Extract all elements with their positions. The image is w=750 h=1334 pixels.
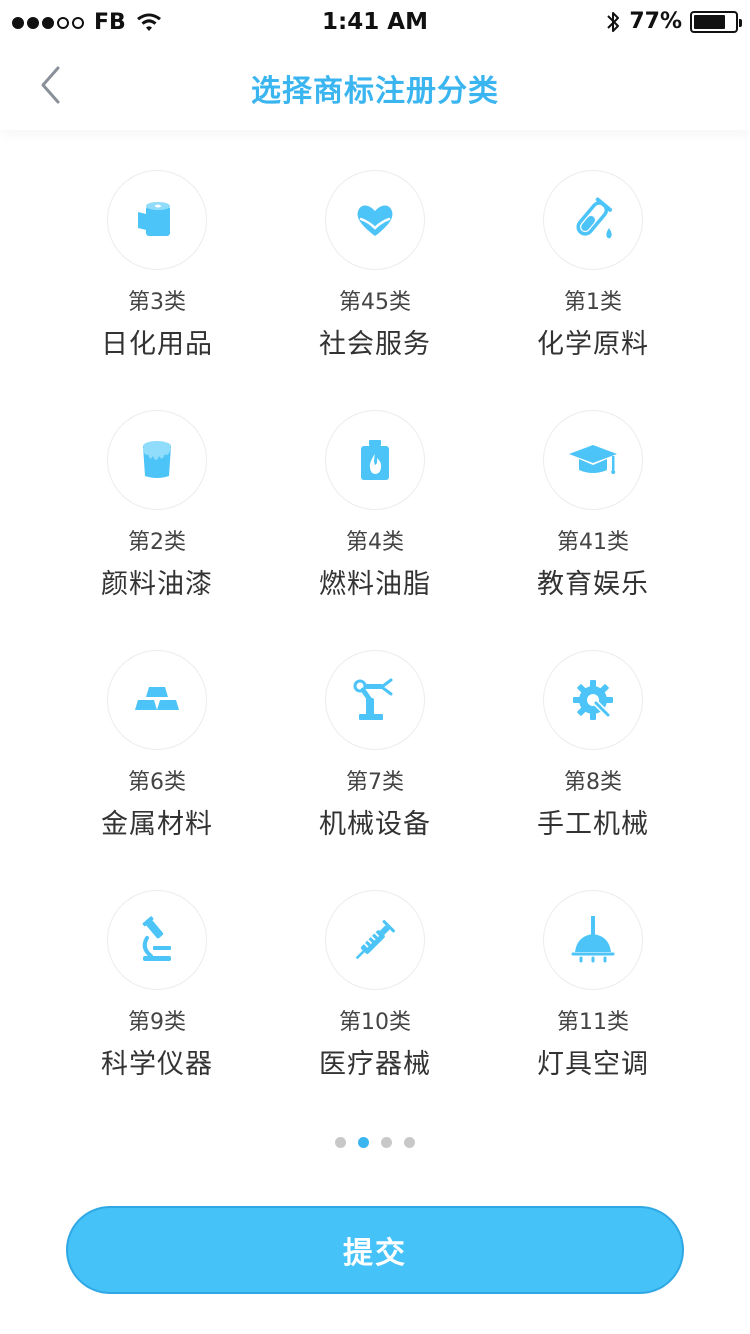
category-icon-circle [107, 890, 207, 990]
status-bar: FB 1:41 AM 77% [0, 0, 750, 44]
category-icon-circle [325, 650, 425, 750]
category-item[interactable]: 第3类 日化用品 [48, 170, 266, 410]
category-name: 机械设备 [319, 809, 431, 840]
microscope-icon [142, 916, 171, 961]
category-number: 第7类 [346, 770, 404, 795]
category-name: 社会服务 [319, 329, 431, 360]
category-number: 第11类 [557, 1010, 629, 1035]
syringe-icon [355, 919, 396, 960]
gold-bars-icon [135, 687, 179, 710]
nav-bar: 选择商标注册分类 [0, 44, 750, 130]
category-icon-circle [543, 650, 643, 750]
category-number: 第41类 [557, 530, 629, 555]
submit-button[interactable]: 提交 [66, 1206, 684, 1294]
page-dot[interactable] [404, 1137, 415, 1148]
page-dot[interactable] [358, 1137, 369, 1148]
category-number: 第9类 [128, 1010, 186, 1035]
battery-icon [690, 10, 742, 33]
category-item[interactable]: 第1类 化学原料 [484, 170, 702, 410]
page-dot[interactable] [381, 1137, 392, 1148]
gear-wrench-icon [573, 680, 613, 720]
category-item[interactable]: 第6类 金属材料 [48, 650, 266, 890]
category-item[interactable]: 第45类 社会服务 [266, 170, 484, 410]
category-item[interactable]: 第9类 科学仪器 [48, 890, 266, 1130]
category-icon-circle [325, 410, 425, 510]
graduation-cap-icon [569, 445, 617, 474]
battery-percent: 77% [629, 9, 682, 34]
page-dot[interactable] [335, 1137, 346, 1148]
category-icon-circle [107, 170, 207, 270]
category-name: 日化用品 [101, 329, 213, 360]
category-name: 金属材料 [101, 809, 213, 840]
ceiling-lamp-icon [571, 916, 615, 963]
paint-bucket-icon [143, 441, 171, 478]
category-number: 第3类 [128, 290, 186, 315]
category-icon-circle [543, 410, 643, 510]
heart-hands-icon [357, 205, 393, 236]
category-item[interactable]: 第8类 手工机械 [484, 650, 702, 890]
category-item[interactable]: 第7类 机械设备 [266, 650, 484, 890]
category-item[interactable]: 第11类 灯具空调 [484, 890, 702, 1130]
battery-fill [694, 14, 725, 29]
category-name: 化学原料 [537, 329, 649, 360]
robot-arm-icon [353, 678, 393, 720]
bluetooth-icon [607, 11, 620, 32]
category-icon-circle [325, 170, 425, 270]
category-item[interactable]: 第41类 教育娱乐 [484, 410, 702, 650]
fuel-can-icon [361, 440, 389, 480]
page-indicator [0, 1137, 750, 1148]
category-number: 第10类 [339, 1010, 411, 1035]
category-number: 第6类 [128, 770, 186, 795]
category-icon-circle [107, 410, 207, 510]
category-number: 第2类 [128, 530, 186, 555]
category-item[interactable]: 第10类 医疗器械 [266, 890, 484, 1130]
category-number: 第4类 [346, 530, 404, 555]
page-title: 选择商标注册分类 [251, 74, 499, 109]
category-name: 教育娱乐 [537, 569, 649, 600]
category-grid: 第3类 日化用品 第45类 社会服务 第1类 化学原料 第2类 颜料油漆 第4类… [48, 170, 702, 1130]
category-icon-circle [543, 170, 643, 270]
category-name: 灯具空调 [537, 1049, 649, 1080]
category-item[interactable]: 第4类 燃料油脂 [266, 410, 484, 650]
category-icon-circle [107, 650, 207, 750]
category-name: 医疗器械 [319, 1049, 431, 1080]
category-name: 燃料油脂 [319, 569, 431, 600]
category-item[interactable]: 第2类 颜料油漆 [48, 410, 266, 650]
category-name: 颜料油漆 [101, 569, 213, 600]
category-number: 第45类 [339, 290, 411, 315]
category-name: 科学仪器 [101, 1049, 213, 1080]
category-name: 手工机械 [537, 809, 649, 840]
status-right: 77% [605, 9, 742, 34]
test-tube-icon [576, 197, 612, 239]
category-number: 第1类 [564, 290, 622, 315]
tissue-roll-icon [138, 202, 170, 236]
category-icon-circle [543, 890, 643, 990]
category-icon-circle [325, 890, 425, 990]
category-number: 第8类 [564, 770, 622, 795]
